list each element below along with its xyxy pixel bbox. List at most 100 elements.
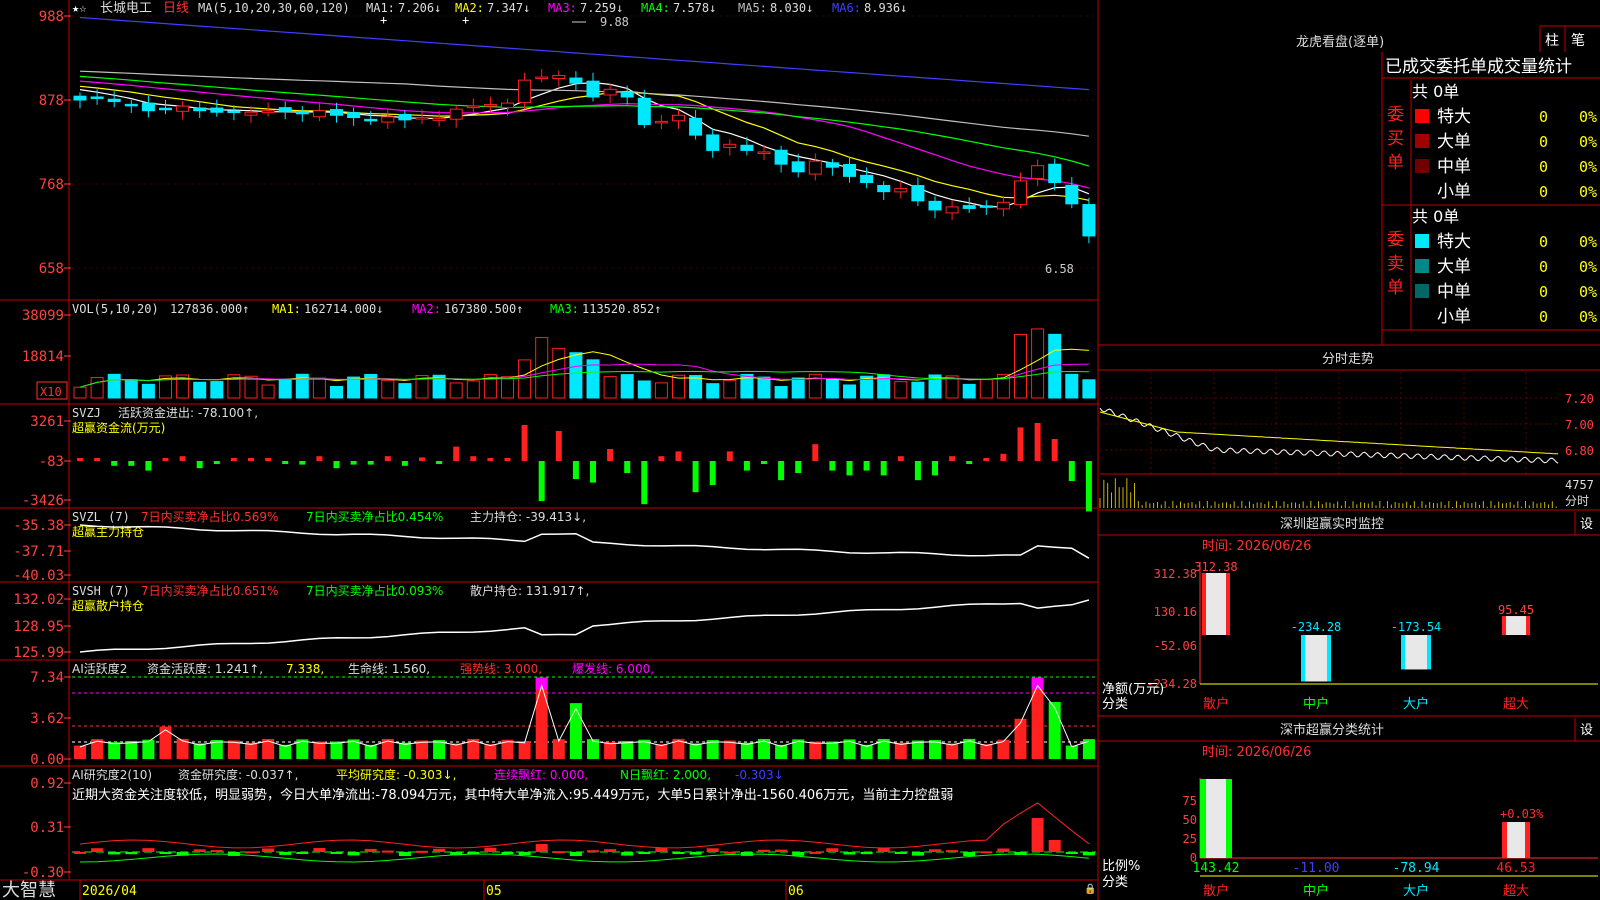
row-name: 大单 [1437,132,1471,152]
volume-bar [381,379,395,399]
ai2-bar [877,848,890,852]
period-label[interactable]: 日线 [163,1,189,16]
candle-body [945,206,959,214]
svzj-bars[interactable] [77,423,1092,512]
ai2-bar [706,848,719,852]
vol-item-value: 113520.852↑ [582,302,661,316]
classify-cat-name: 散户 [1203,883,1229,899]
candle-body [193,107,207,112]
svzj-bar [743,461,750,471]
candle-body [586,80,600,98]
bar-mode-button[interactable]: 柱 [1545,33,1559,49]
monitor-settings-button[interactable]: 设 [1580,517,1593,532]
monitor-cat-name: 散户 [1203,696,1229,712]
ai1-bar [142,739,155,759]
monitor-y-tick: 312.38 [1154,567,1197,581]
volume-bar [962,383,976,399]
intraday-panel[interactable]: 分时走势 7.20 7.00 6.80 4757 分时 [1099,351,1600,508]
classify-cat-label: 分类 [1102,875,1128,890]
ai1-bars[interactable] [74,677,1095,759]
ma-line [79,85,1090,201]
ai2-bar [809,851,822,854]
side-label-char: 单 [1387,278,1404,298]
svzj-bar [880,461,887,476]
y-tick-label: 125.99 [13,645,64,661]
volume-bars[interactable] [73,328,1096,399]
ai1-peak-cap [1031,677,1044,690]
svzj-bar [914,461,921,481]
candle-body [637,97,651,125]
ai2-bar [125,852,138,855]
candle-body [483,104,497,107]
candle-body [347,112,361,119]
classify-settings-button[interactable]: 设 [1580,723,1593,738]
sell-rows: 特大 0 0% 大单 0 0% 中单 0 0% 小单 0 0% [1415,232,1597,327]
ai1-bar [775,744,788,759]
stock-name[interactable]: 长城电工 [100,1,152,16]
ai2-bars[interactable] [74,818,1095,856]
ai2-bar [416,850,428,853]
svsh-header: SVSH (7) 7日内买卖净占比0.651% 7日内买卖净占比0.093% 散… [72,583,589,613]
monitor-cat-name: 超大 [1503,697,1529,712]
ma-item-value: 8.030↓ [770,1,813,15]
svzj-bar [504,458,511,461]
volume-bar [90,377,104,399]
ai2-bar [946,850,959,853]
buy-total: 共 0单 [1412,82,1459,101]
ai1-bar [330,741,343,759]
ai2-bar [1082,852,1095,856]
svzj-bar [282,461,289,464]
y-tick-label: 0.92 [30,776,64,792]
candle-body [979,205,993,208]
svzj-bar [829,461,836,471]
candle-body [295,111,309,115]
classify-bar-value: -78.94 [1393,861,1440,876]
monitor-bar-highlight [1305,635,1327,682]
candle-body [877,184,891,193]
volume-bar [843,384,856,399]
volume-bar [449,382,463,399]
ma-line [79,75,1090,167]
ma-item-value: 7.347↓ [487,1,530,15]
candle-body [159,107,172,111]
svsh-sub: 超赢散户持仓 [72,598,144,613]
ai1-bar [1014,718,1027,759]
volume-bar [552,347,566,399]
svzj-bar [77,458,83,461]
svzl-t2: 7日内买卖净占比0.454% [306,509,443,524]
vol-y-axis: 38099 18814 [22,308,71,365]
monitor-bars[interactable]: 312.38 散户 -234.28 中户 -173.54 大户 95.45 超大 [1194,560,1534,712]
ai2-t4: N日飘红: 2.000, [620,767,711,782]
candle-body [911,185,925,202]
svzj-bar [1068,461,1075,481]
volume-bar [689,375,703,399]
classify-top-note: +0.03% [1500,807,1544,821]
svzj-bar [607,449,614,461]
classify-bar-value: -11.00 [1293,861,1340,876]
ai2-bar [911,852,924,856]
ai2-bar [963,852,976,856]
svsh-t3: 散户持仓: 131.917↑, [470,583,589,598]
tick-mode-button[interactable]: 笔 [1571,33,1585,49]
volume-bar [1014,333,1027,399]
side-label-char: 买 [1387,129,1404,149]
ma-item-label: MA3: [548,1,577,15]
intraday-grid [1100,372,1600,475]
vol-unit: X10 [40,385,62,399]
row-count: 0 [1539,283,1548,301]
ai1-bar [655,744,668,759]
ai2-bar [193,849,206,852]
candle-body [791,161,805,173]
svzj-bar [436,461,443,464]
ai2-t3: 连续飘红: 0.000, [494,767,588,782]
lock-icon[interactable]: 🔒 [1084,883,1096,895]
ai2-bar [792,852,805,856]
ai1-header: AI活跃度2 资金活跃度: 1.241↑, 7.338, 生命线: 1.560,… [72,661,654,676]
svzj-bar [778,461,785,481]
candle-body [90,96,104,99]
terminal-canvas[interactable]: ★☆ 长城电工 日线 MA(5,10,20,30,60,120) MA1: 7.2… [0,0,1600,900]
ai1-bar [621,740,634,759]
classify-bars[interactable]: 143.42 散户 -11.00 中户 -78.94 大户 46.53 超大 [1193,779,1536,899]
classify-cat-name: 超大 [1503,884,1529,899]
side-label-char: 卖 [1387,254,1404,274]
